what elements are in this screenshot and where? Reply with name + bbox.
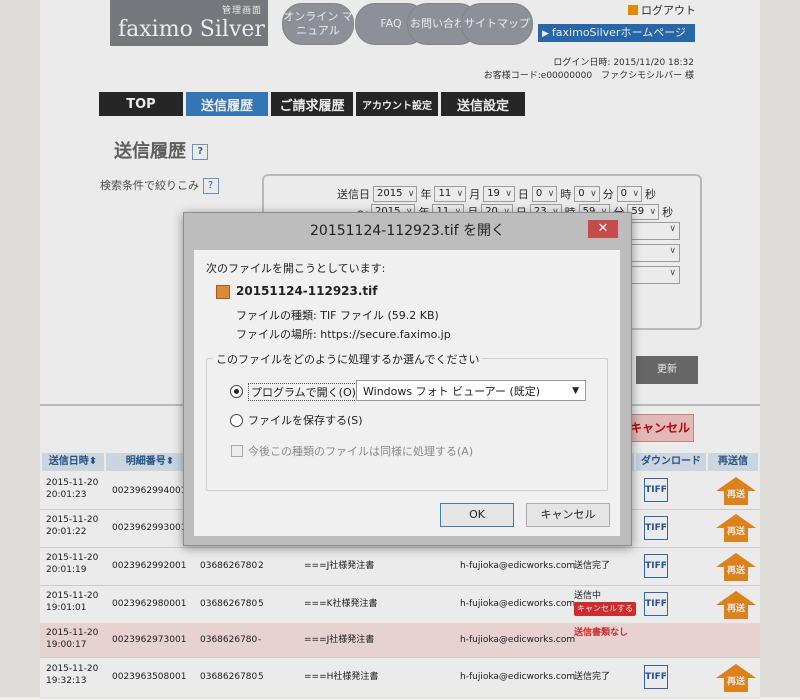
application-select[interactable]: Windows フォト ビューアー (既定) ▼ xyxy=(356,380,586,401)
file-type: ファイルの種類: TIF ファイル (59.2 KB) xyxy=(236,307,439,323)
file-location: ファイルの場所: https://secure.faximo.jp xyxy=(236,326,451,342)
tif-file-icon xyxy=(216,285,230,299)
file-open-dialog: 20151124-112923.tif を開く ✕ 次のファイルを開こうとしてい… xyxy=(183,212,632,546)
save-file-label[interactable]: ファイルを保存する(S) xyxy=(248,412,363,428)
chevron-down-icon: ▼ xyxy=(572,386,579,396)
file-location-value: https://secure.faximo.jp xyxy=(320,328,451,341)
remember-label: 今後この種類のファイルは同様に処理する(A) xyxy=(248,445,474,458)
ok-button[interactable]: OK xyxy=(440,503,514,527)
action-group-legend: このファイルをどのように処理するか選んでください xyxy=(213,351,483,367)
file-location-label: ファイルの場所: xyxy=(236,328,317,341)
file-type-label: ファイルの種類: xyxy=(236,309,317,322)
dialog-title: 20151124-112923.tif を開く xyxy=(310,223,505,239)
dialog-filename: 20151124-112923.tif xyxy=(236,284,378,298)
close-icon[interactable]: ✕ xyxy=(588,220,618,238)
open-with-radio[interactable] xyxy=(230,385,243,398)
file-type-value: TIF ファイル (59.2 KB) xyxy=(320,309,439,322)
application-select-value: Windows フォト ビューアー (既定) xyxy=(363,385,541,398)
remember-checkbox[interactable] xyxy=(231,445,243,457)
open-with-label[interactable]: プログラムで開く(O): xyxy=(248,383,363,401)
dialog-intro: 次のファイルを開こうとしています: xyxy=(206,262,386,275)
save-file-radio[interactable] xyxy=(230,414,243,427)
dialog-body: 次のファイルを開こうとしています: 20151124-112923.tif ファ… xyxy=(194,250,620,536)
cancel-button[interactable]: キャンセル xyxy=(526,503,610,527)
